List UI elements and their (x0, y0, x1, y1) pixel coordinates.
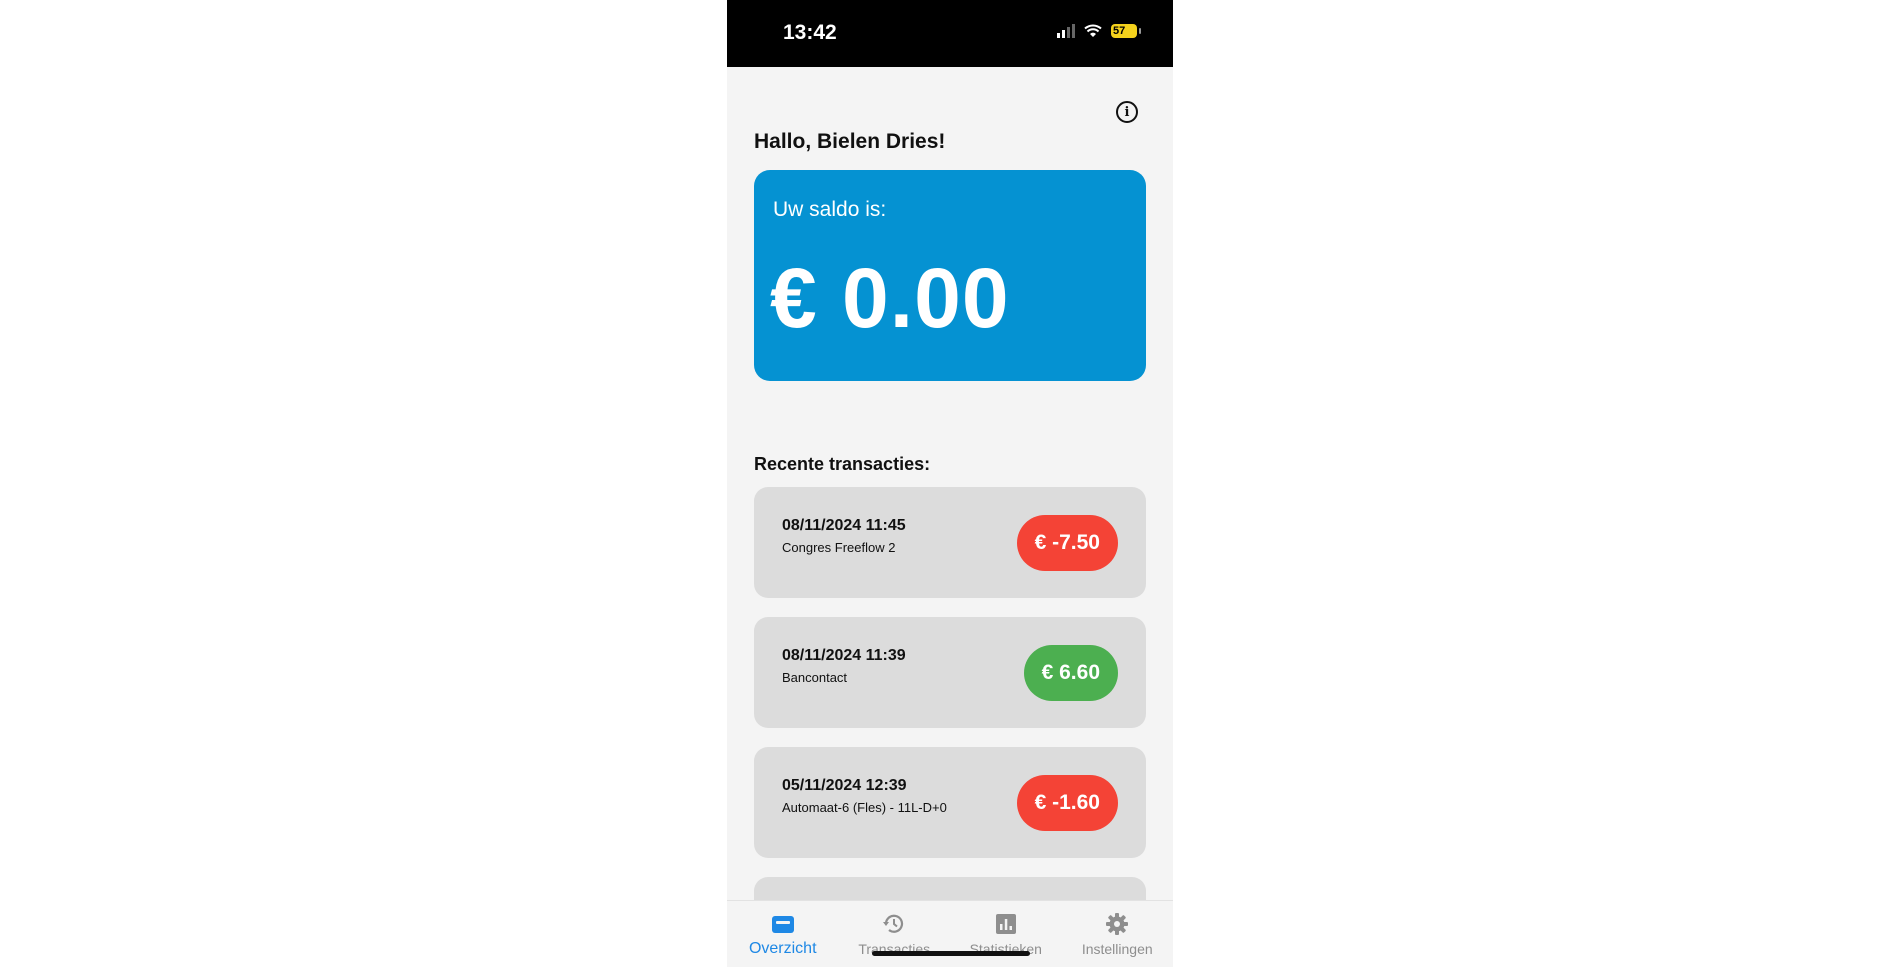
phone-screen: 13:42 57 i Hallo, Bielen Dries! Uw saldo… (727, 0, 1173, 967)
tab-statistieken[interactable]: Statistieken (950, 901, 1062, 967)
transaction-description: Bancontact (782, 670, 848, 685)
battery-icon: 57 (1111, 24, 1141, 38)
transaction-description: Congres Freeflow 2 (782, 540, 896, 555)
history-icon (883, 914, 904, 933)
status-icons: 57 (1057, 24, 1141, 38)
transaction-list: 08/11/2024 11:45 Congres Freeflow 2 € -7… (754, 487, 1146, 967)
greeting: Hallo, Bielen Dries! (754, 130, 946, 153)
transaction-description: Automaat-6 (Fles) - 11L-D+0 (782, 800, 947, 815)
transaction-date: 08/11/2024 11:39 (782, 647, 906, 664)
transaction-amount: € 6.60 (1023, 645, 1118, 701)
transaction-amount: € -7.50 (1016, 515, 1118, 571)
transaction-item[interactable]: 08/11/2024 11:39 Bancontact € 6.60 (754, 617, 1146, 728)
balance-amount: € 0.00 (770, 251, 1010, 345)
transaction-date: 08/11/2024 11:45 (782, 517, 906, 534)
wallet-icon (771, 916, 794, 933)
info-icon[interactable]: i (1116, 101, 1138, 123)
wifi-icon (1084, 24, 1102, 37)
transaction-item[interactable]: 08/11/2024 11:45 Congres Freeflow 2 € -7… (754, 487, 1146, 598)
recent-transactions-title: Recente transacties: (754, 454, 931, 474)
signal-icon (1057, 24, 1075, 38)
chart-icon (995, 914, 1016, 934)
gear-icon (1106, 913, 1129, 935)
tab-bar: Overzicht Transacties Statistieken Inste… (727, 900, 1173, 967)
status-bar: 13:42 57 (727, 0, 1173, 67)
transaction-amount: € -1.60 (1016, 775, 1118, 831)
tab-overzicht[interactable]: Overzicht (727, 901, 839, 967)
transaction-item[interactable]: 05/11/2024 12:39 Automaat-6 (Fles) - 11L… (754, 747, 1146, 858)
balance-label: Uw saldo is: (773, 198, 887, 221)
home-indicator[interactable] (872, 951, 1030, 956)
balance-card: Uw saldo is: € 0.00 (754, 170, 1146, 381)
status-time: 13:42 (783, 21, 837, 44)
tab-transacties[interactable]: Transacties (839, 901, 951, 967)
tab-instellingen[interactable]: Instellingen (1062, 901, 1174, 967)
transaction-date: 05/11/2024 12:39 (782, 777, 907, 794)
tab-label: Overzicht (748, 940, 817, 957)
tab-label: Instellingen (1081, 941, 1153, 957)
